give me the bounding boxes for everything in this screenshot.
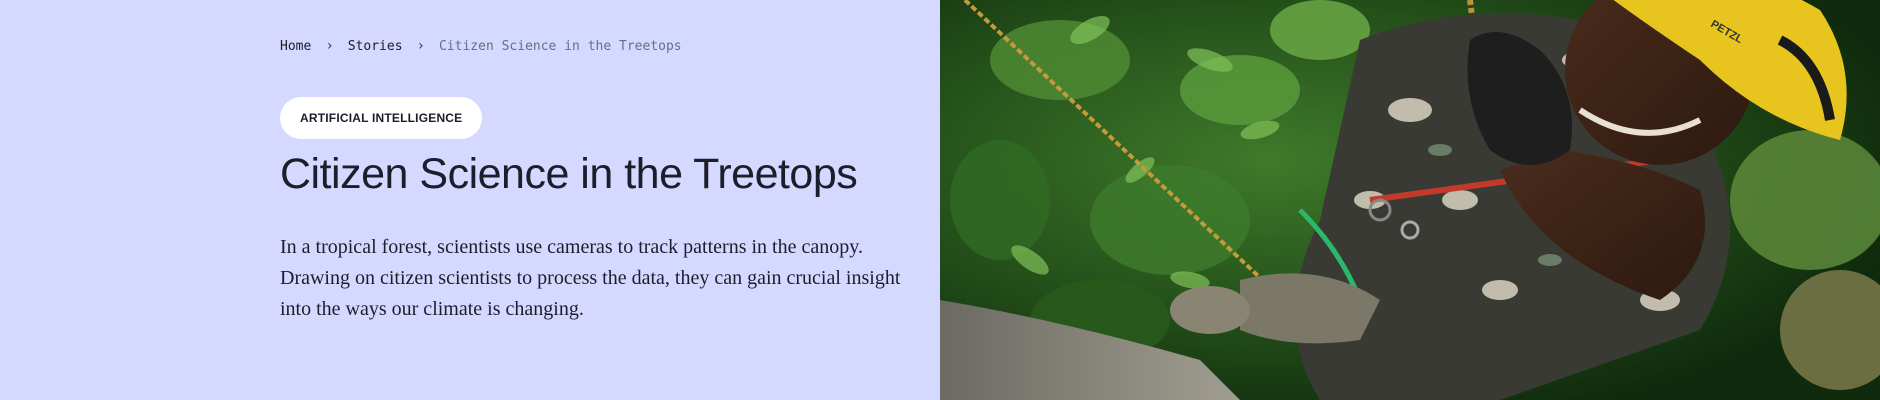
hero-image: PETZL	[940, 0, 1880, 400]
hero-text-panel: Home › Stories › Citizen Science in the …	[0, 0, 940, 400]
page-title: Citizen Science in the Treetops	[280, 150, 858, 198]
chevron-right-icon: ›	[325, 38, 334, 54]
hero-photo-climber: PETZL	[940, 0, 1880, 400]
story-hero: Home › Stories › Citizen Science in the …	[0, 0, 1880, 400]
category-tag[interactable]: ARTIFICIAL INTELLIGENCE	[280, 97, 483, 139]
story-description: In a tropical forest, scientists use cam…	[280, 236, 901, 320]
breadcrumb-current: Citizen Science in the Treetops	[438, 38, 682, 54]
breadcrumb-stories-link[interactable]: Stories	[348, 39, 403, 54]
breadcrumb-home-link[interactable]: Home	[280, 39, 311, 54]
chevron-right-icon: ›	[416, 38, 425, 54]
breadcrumb: Home › Stories › Citizen Science in the …	[280, 38, 682, 54]
